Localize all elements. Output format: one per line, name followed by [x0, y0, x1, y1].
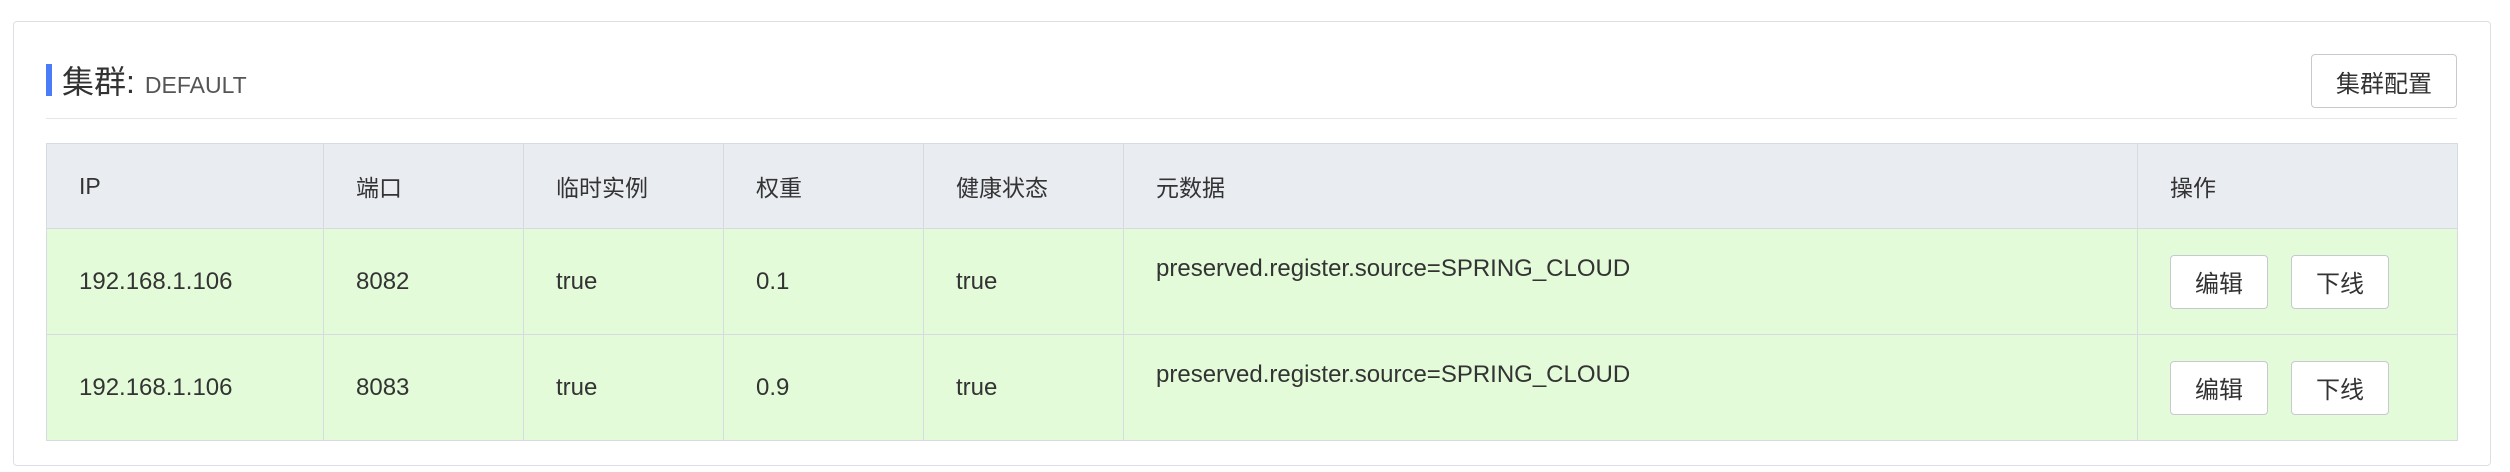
column-header-ephemeral: 临时实例 [523, 143, 724, 229]
cluster-card: 集群: DEFAULT 集群配置 IP 端口 临时实例 权重 健康状态 元数据 … [13, 21, 2491, 466]
table-header-row: IP 端口 临时实例 权重 健康状态 元数据 操作 [46, 143, 2458, 229]
column-header-actions: 操作 [2137, 143, 2458, 229]
cell-metadata: preserved.register.source=SPRING_CLOUD [1123, 334, 2138, 441]
cluster-config-button[interactable]: 集群配置 [2311, 54, 2457, 108]
cell-actions: 编辑 下线 [2137, 334, 2458, 441]
column-header-metadata: 元数据 [1123, 143, 2138, 229]
cell-ephemeral: true [523, 228, 724, 335]
column-header-weight: 权重 [723, 143, 924, 229]
cell-weight: 0.1 [723, 228, 924, 335]
cell-actions: 编辑 下线 [2137, 228, 2458, 335]
cluster-header: 集群: DEFAULT [46, 58, 247, 102]
cell-healthy: true [923, 228, 1124, 335]
cell-port: 8083 [323, 334, 524, 441]
cell-ephemeral: true [523, 334, 724, 441]
accent-bar [46, 64, 52, 96]
cluster-title: 集群: DEFAULT [62, 57, 247, 103]
cluster-name: DEFAULT [144, 72, 247, 98]
row-actions: 编辑 下线 [2170, 360, 2457, 415]
cell-port: 8082 [323, 228, 524, 335]
cell-weight: 0.9 [723, 334, 924, 441]
instance-table: IP 端口 临时实例 权重 健康状态 元数据 操作 192.168.1.106 … [46, 143, 2458, 441]
row-actions: 编辑 下线 [2170, 254, 2457, 309]
cell-ip: 192.168.1.106 [46, 228, 324, 335]
cell-metadata: preserved.register.source=SPRING_CLOUD [1123, 228, 2138, 335]
column-header-ip: IP [46, 143, 324, 229]
cell-ip: 192.168.1.106 [46, 334, 324, 441]
table-row: 192.168.1.106 8083 true 0.9 true preserv… [46, 334, 2458, 441]
offline-button[interactable]: 下线 [2291, 254, 2389, 309]
cell-healthy: true [923, 334, 1124, 441]
column-header-port: 端口 [323, 143, 524, 229]
offline-button[interactable]: 下线 [2291, 360, 2389, 415]
edit-button[interactable]: 编辑 [2170, 254, 2268, 309]
cluster-title-label: 集群: [62, 64, 135, 100]
edit-button[interactable]: 编辑 [2170, 360, 2268, 415]
column-header-healthy: 健康状态 [923, 143, 1124, 229]
header-divider [46, 118, 2457, 119]
table-row: 192.168.1.106 8082 true 0.1 true preserv… [46, 228, 2458, 335]
